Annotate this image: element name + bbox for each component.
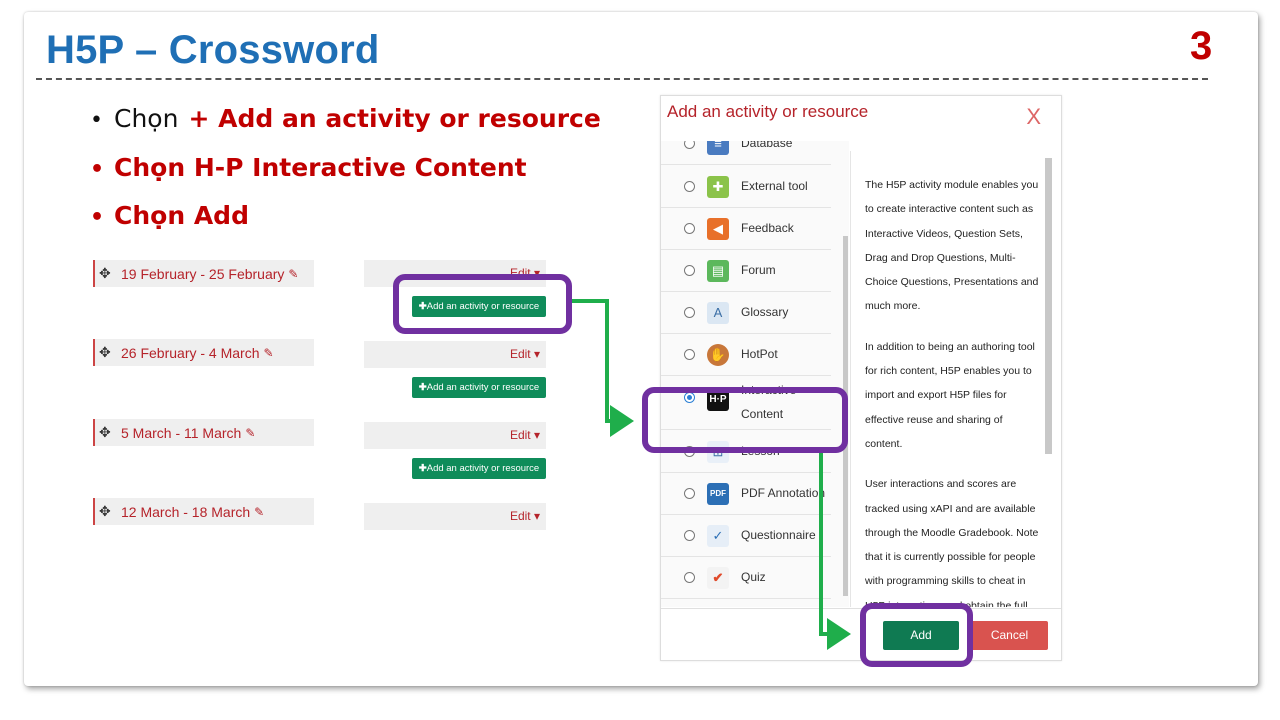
bullet-text: Chọn H-P Interactive Content (114, 153, 527, 182)
option-label: Database (741, 141, 793, 150)
add-activity-button[interactable]: ✚Add an activity or resource (412, 377, 546, 398)
move-icon[interactable]: ✥ (99, 344, 115, 361)
edit-label: Edit (509, 428, 531, 442)
option-label: Questionnaire (741, 528, 816, 542)
radio-button[interactable] (684, 530, 695, 541)
plus-icon: ✚ (418, 382, 427, 393)
list-item[interactable]: ✚ External tool (661, 166, 831, 208)
puzzle-icon: ✚ (707, 175, 729, 198)
description-panel: The H5P activity module enables you to c… (850, 151, 1052, 607)
bullet-dot-icon: • (90, 108, 103, 133)
section-title: 12 March - 18 March (121, 503, 251, 520)
section-title: 5 March - 11 March (121, 424, 242, 441)
description-paragraph: In addition to being an authoring tool f… (865, 340, 1035, 450)
cancel-button[interactable]: Cancel (971, 621, 1048, 650)
description-paragraph: The H5P activity module enables you to c… (865, 179, 1039, 313)
plus-icon: ✚ (418, 463, 427, 474)
list-item[interactable]: ✔ Quiz (661, 557, 831, 599)
edit-label: Edit (509, 509, 531, 523)
bullet-interactive-content: • Chọn H-P Interactive Content (90, 153, 527, 182)
section-title: 26 February - 4 March (121, 344, 260, 361)
list-item[interactable]: ✋ HotPot (661, 334, 831, 376)
add-activity-dialog: Add an activity or resource X ≡ Database… (660, 95, 1062, 661)
title-divider (36, 78, 1208, 80)
glossary-icon: A (707, 301, 729, 324)
bullet-highlight: + Add an activity or resource (188, 104, 601, 133)
course-section[interactable]: ✥ 19 February - 25 February ✎ (93, 260, 314, 287)
list-item[interactable]: ◀ Feedback (661, 208, 831, 250)
move-icon[interactable]: ✥ (99, 424, 115, 441)
radio-button[interactable] (684, 488, 695, 499)
list-item[interactable]: ≡ Database (661, 141, 831, 165)
edit-label: Edit (509, 347, 531, 361)
activity-list[interactable]: ≡ Database ✚ External tool ◀ Feedback ▤ … (661, 141, 849, 607)
questionnaire-icon: ✓ (707, 524, 729, 547)
list-item[interactable]: PDF PDF Annotation (661, 473, 831, 515)
option-label: Feedback (741, 221, 794, 235)
option-label: HotPot (741, 347, 778, 361)
forum-icon: ▤ (707, 259, 729, 282)
course-section[interactable]: ✥ 26 February - 4 March ✎ (93, 339, 314, 366)
add-activity-label: Add an activity or resource (426, 463, 540, 474)
radio-button[interactable] (684, 265, 695, 276)
option-label: Glossary (741, 305, 789, 319)
page-number: 3 (1190, 24, 1213, 68)
pencil-icon[interactable]: ✎ (264, 346, 274, 360)
quiz-icon: ✔ (707, 566, 729, 589)
bullet-dot-icon: • (90, 205, 105, 230)
highlight-add-activity (393, 274, 572, 334)
add-activity-button[interactable]: ✚Add an activity or resource (412, 458, 546, 479)
option-label: Quiz (741, 570, 766, 584)
add-activity-label: Add an activity or resource (426, 382, 540, 393)
radio-button[interactable] (684, 307, 695, 318)
option-label: PDF Annotation (741, 486, 826, 500)
radio-button[interactable] (684, 349, 695, 360)
pencil-icon[interactable]: ✎ (254, 505, 264, 519)
edit-menu[interactable]: Edit ▾ (364, 422, 546, 449)
option-label: Forum (741, 263, 776, 277)
course-section[interactable]: ✥ 5 March - 11 March ✎ (93, 419, 314, 446)
radio-button[interactable] (684, 572, 695, 583)
bullet-text: Chọn Add (114, 201, 249, 230)
hotpot-icon: ✋ (707, 343, 729, 366)
list-item[interactable]: A Glossary (661, 292, 831, 334)
edit-menu[interactable]: Edit ▾ (364, 341, 546, 368)
radio-button[interactable] (684, 181, 695, 192)
dialog-title: Add an activity or resource (667, 102, 869, 121)
bullet-text: Chọn (114, 104, 179, 133)
radio-button[interactable] (684, 141, 695, 149)
close-icon[interactable]: X (1026, 104, 1041, 130)
pencil-icon[interactable]: ✎ (245, 426, 255, 440)
description-text: The H5P activity module enables you to c… (865, 173, 1041, 607)
pencil-icon[interactable]: ✎ (288, 267, 298, 281)
edit-menu[interactable]: Edit ▾ (364, 503, 546, 530)
move-icon[interactable]: ✥ (99, 503, 115, 520)
megaphone-icon: ◀ (707, 217, 729, 240)
description-paragraph: User interactions and scores are tracked… (865, 478, 1039, 607)
radio-button[interactable] (684, 223, 695, 234)
pdf-icon: PDF (707, 482, 729, 505)
highlight-interactive-content (642, 387, 848, 453)
section-title: 19 February - 25 February (121, 265, 285, 282)
option-label: External tool (741, 179, 808, 193)
course-section[interactable]: ✥ 12 March - 18 March ✎ (93, 498, 314, 525)
bullet-add-activity: • Chọn + Add an activity or resource (90, 104, 601, 133)
move-icon[interactable]: ✥ (99, 265, 115, 282)
list-item[interactable]: ▤ Forum (661, 250, 831, 292)
database-icon: ≡ (707, 141, 729, 155)
bullet-dot-icon: • (90, 157, 105, 182)
slide-title: H5P – Crossword (46, 28, 380, 72)
description-scrollbar[interactable] (1045, 158, 1052, 454)
list-item[interactable]: ✓ Questionnaire (661, 515, 831, 557)
bullet-add: • Chọn Add (90, 201, 249, 230)
highlight-add-button (860, 603, 973, 667)
